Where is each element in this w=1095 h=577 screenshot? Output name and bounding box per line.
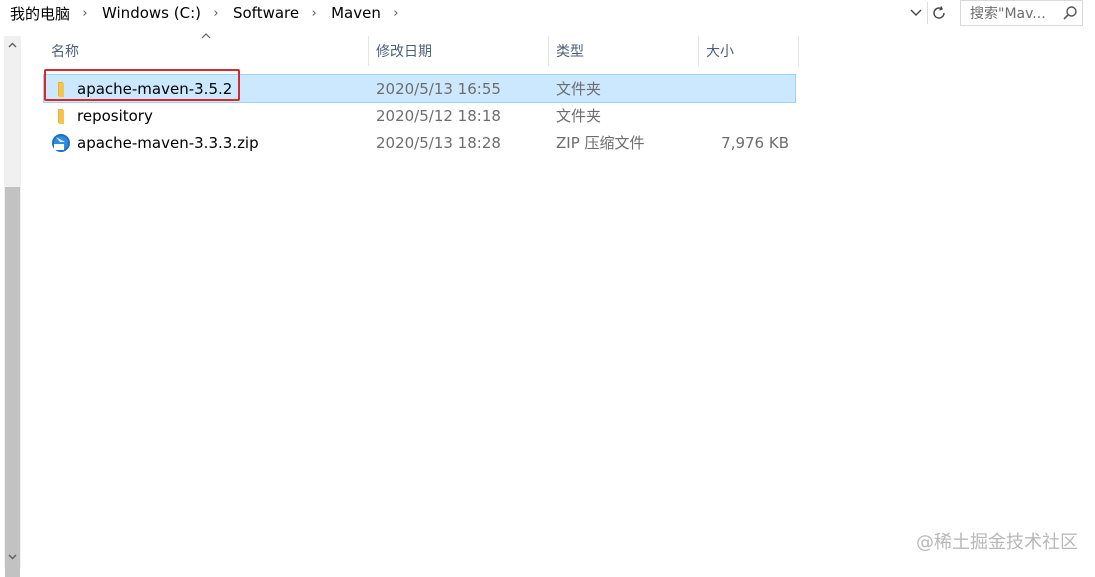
file-date: 2020/5/12 18:18 (376, 106, 501, 125)
breadcrumb-separator-icon[interactable]: › (78, 6, 92, 21)
column-header-type-label: 类型 (556, 44, 584, 60)
zip-archive-icon (51, 133, 71, 153)
refresh-button[interactable] (927, 2, 949, 24)
column-header-size-label: 大小 (706, 44, 734, 60)
file-name: repository (77, 106, 153, 125)
column-header-name-label: 名称 (51, 44, 79, 60)
search-placeholder: 搜索"Mav... (970, 6, 1046, 22)
file-size: 7,976 KB (721, 133, 789, 152)
address-history-button[interactable] (906, 2, 926, 24)
chevron-down-icon (8, 554, 17, 559)
file-type: 文件夹 (556, 107, 602, 125)
search-input[interactable]: 搜索"Mav... (960, 0, 1083, 26)
file-name: apache-maven-3.5.2 (77, 79, 233, 98)
breadcrumb-item-my-computer[interactable]: 我的电脑 (0, 3, 72, 24)
file-name: apache-maven-3.3.3.zip (77, 133, 259, 152)
file-row-apache-maven-3-3-3-zip[interactable]: apache-maven-3.3.3.zip 2020/5/13 18:28 Z… (44, 129, 795, 156)
chevron-up-icon (8, 42, 17, 47)
vertical-scrollbar[interactable] (4, 36, 21, 577)
scroll-up-button[interactable] (4, 36, 21, 53)
address-bar: 我的电脑 › Windows (C:) › Software › Maven ›… (0, 0, 1095, 26)
file-type: ZIP 压缩文件 (556, 134, 645, 152)
refresh-icon (932, 6, 945, 19)
breadcrumb-separator-icon[interactable]: › (209, 6, 223, 21)
breadcrumb: 我的电脑 › Windows (C:) › Software › Maven › (0, 0, 403, 26)
chevron-down-icon (910, 9, 922, 16)
column-header-date-label: 修改日期 (376, 44, 432, 60)
column-headers: 名称 修改日期 类型 大小 (22, 33, 799, 66)
folder-icon (51, 106, 71, 126)
file-list: apache-maven-3.5.2 2020/5/13 16:55 文件夹 r… (43, 69, 796, 156)
breadcrumb-item-software[interactable]: Software (223, 4, 301, 22)
folder-icon (51, 79, 71, 99)
file-row-repository[interactable]: repository 2020/5/12 18:18 文件夹 (44, 102, 795, 129)
file-date: 2020/5/13 16:55 (376, 79, 501, 98)
scroll-down-button[interactable] (4, 548, 21, 565)
file-date: 2020/5/13 18:28 (376, 133, 501, 152)
column-header-type[interactable]: 类型 (549, 36, 699, 66)
column-header-name[interactable]: 名称 (22, 36, 369, 66)
scrollbar-thumb[interactable] (5, 187, 20, 577)
breadcrumb-item-maven[interactable]: Maven (321, 4, 383, 22)
column-header-size[interactable]: 大小 (699, 36, 799, 66)
column-header-date[interactable]: 修改日期 (369, 36, 549, 66)
search-icon[interactable] (1058, 1, 1082, 25)
breadcrumb-item-windows-c[interactable]: Windows (C:) (92, 4, 203, 22)
file-type: 文件夹 (556, 80, 602, 98)
file-row-apache-maven-3-5-2[interactable]: apache-maven-3.5.2 2020/5/13 16:55 文件夹 (43, 69, 796, 103)
breadcrumb-separator-icon[interactable]: › (389, 6, 403, 21)
breadcrumb-separator-icon[interactable]: › (307, 6, 321, 21)
watermark-text: @稀土掘金技术社区 (916, 532, 1078, 553)
